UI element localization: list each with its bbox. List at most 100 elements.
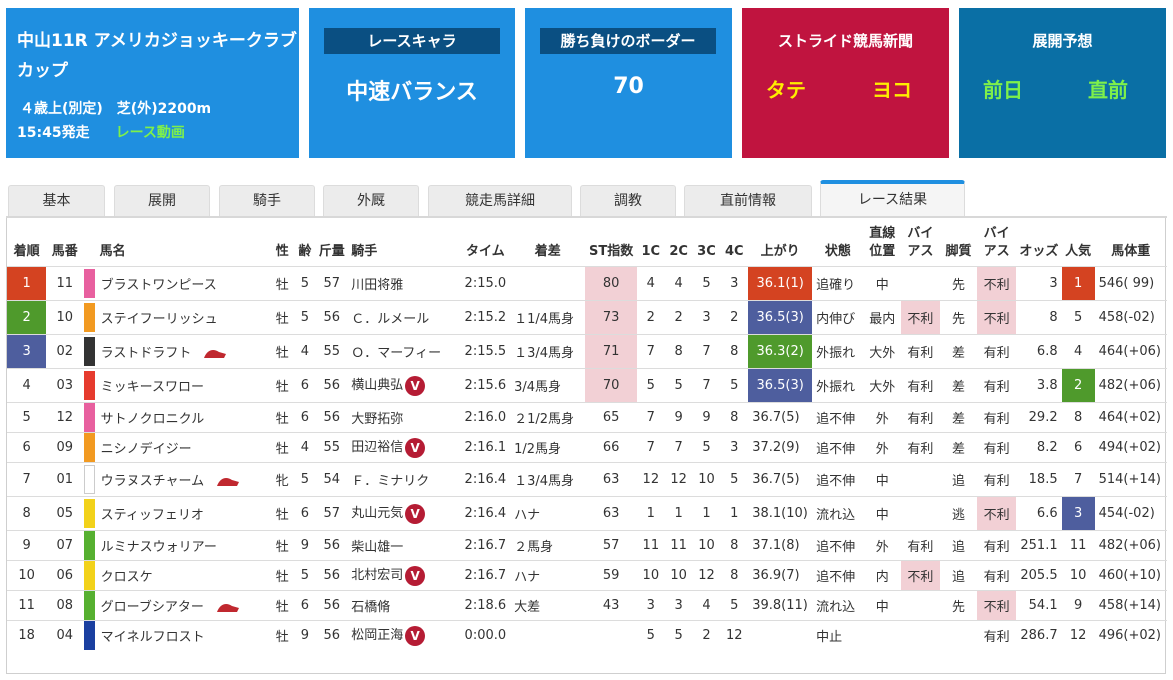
cell-c4: 3 [720, 431, 749, 462]
cell-state: 外振れ [812, 367, 864, 402]
cell-body: 546( 99) [1094, 265, 1167, 300]
cell-rank: 8 [7, 495, 47, 530]
cell-weight: 56 [316, 589, 348, 620]
jockey-link[interactable]: 川田将雅 [351, 278, 403, 293]
col-state: 状態 [824, 243, 851, 259]
cell-c1: 5 [636, 619, 665, 650]
cell-bias2: 有利 [977, 431, 1017, 462]
cell-sex: 牡 [270, 367, 294, 402]
tenkai-just-before-link[interactable]: 直前 [1088, 74, 1128, 103]
cell-pop: 8 [1061, 401, 1095, 432]
cell-sex: 牡 [270, 401, 294, 432]
cell-agari [748, 619, 813, 650]
waku-color [83, 559, 97, 590]
jockey-link[interactable]: 北村宏司 [351, 568, 403, 583]
cell-margin: 大差 [510, 589, 586, 620]
cell-style: 先 [939, 265, 978, 300]
col-odds: オッズ [1019, 243, 1059, 259]
jockey-name: 横山典弘 V [347, 367, 461, 402]
stride-card: ストライド競馬新聞 タテ ヨコ [742, 8, 949, 158]
jockey-link[interactable]: 石橋脩 [351, 600, 390, 615]
cell-age: 9 [293, 619, 317, 650]
cell-st: 63 [585, 495, 637, 530]
horse-name-link[interactable]: クロスケ [101, 570, 153, 585]
cell-bias: 有利 [900, 333, 940, 368]
cell-age: 6 [293, 495, 317, 530]
horse-name-link[interactable]: ラストドラフト [101, 346, 192, 361]
table-row: 18 04 マイネルフロスト牡 9 56 松岡正海 V 0:00.0 5 5 2 12 中止 有利 286.… [7, 619, 1167, 650]
cell-style: 差 [939, 401, 978, 432]
tenkai-day-before-link[interactable]: 前日 [983, 74, 1023, 103]
cell-sex: 牡 [270, 431, 294, 462]
col-4c: 4C [725, 243, 744, 259]
cell-weight: 56 [316, 367, 348, 402]
horse-name-link[interactable]: グローブシアター [101, 600, 204, 615]
cell-pos: 外 [863, 529, 901, 560]
col-bias-b: バイ アス [983, 225, 1010, 259]
jockey-link[interactable]: Ｏ．マーフィー [351, 346, 441, 361]
cell-style: 先 [939, 589, 978, 620]
cell-c1: 7 [636, 431, 665, 462]
jockey-name: 柴山雄一 [347, 529, 461, 560]
cell-c3: 10 [692, 529, 721, 560]
cell-c3: 4 [692, 589, 721, 620]
horse-name: ニシノデイジー [96, 431, 271, 462]
cell-margin: ハナ [510, 559, 586, 590]
cell-rank: 7 [7, 461, 47, 496]
jockey-link[interactable]: Ｆ．ミナリク [351, 474, 429, 489]
cell-num: 02 [46, 333, 84, 368]
cell-c3: 1 [692, 495, 721, 530]
jockey-cap-icon [204, 350, 227, 358]
tab-latest-info[interactable]: 直前情報 [684, 185, 812, 216]
cell-c2: 8 [664, 333, 693, 368]
cell-body: 454(-02) [1094, 495, 1167, 530]
cell-c2: 7 [664, 431, 693, 462]
cell-body: 496(+02) [1094, 619, 1167, 650]
horse-name: クロスケ [96, 559, 271, 590]
stride-yoko-link[interactable]: ヨコ [872, 74, 912, 103]
table-row: 6 09 ニシノデイジー牡 4 55 田辺裕信 V 2:16.1 1/2馬身 66 7 7 5 3 37.2… [7, 431, 1167, 462]
horse-name-link[interactable]: ルミナスウォリアー [101, 540, 217, 555]
horse-name-link[interactable]: ブラストワンピース [101, 278, 217, 293]
border-card: 勝ち負けのボーダー 70 [525, 8, 732, 158]
cell-age: 9 [293, 529, 317, 560]
horse-name-link[interactable]: ウラヌスチャーム [101, 474, 204, 489]
cell-c3: 7 [692, 333, 721, 368]
tab-gaikyu[interactable]: 外厩 [323, 185, 419, 216]
jockey-link[interactable]: 大野拓弥 [351, 412, 403, 427]
tab-tenkai[interactable]: 展開 [114, 185, 210, 216]
col-agari: 上がり [760, 243, 800, 259]
jockey-link[interactable]: 丸山元気 [351, 506, 403, 521]
border-value: 70 [613, 74, 644, 99]
cell-age: 6 [293, 367, 317, 402]
horse-name-link[interactable]: ステイフーリッシュ [101, 312, 218, 327]
cell-odds: 251.1 [1016, 529, 1062, 560]
cell-rank: 6 [7, 431, 47, 462]
cell-margin [510, 265, 586, 300]
stride-tate-link[interactable]: タテ [766, 74, 806, 103]
horse-name-link[interactable]: ミッキースワロー [101, 380, 204, 395]
cell-margin: １3/4馬身 [510, 333, 586, 368]
cell-body: 482(+06) [1094, 529, 1167, 560]
horse-name-link[interactable]: スティッフェリオ [101, 508, 204, 523]
cell-time: 2:15.0 [460, 265, 511, 300]
tab-race-result[interactable]: レース結果 [820, 180, 965, 216]
jockey-link[interactable]: 横山典弘 [351, 378, 403, 393]
race-video-link[interactable]: レース動画 [116, 125, 185, 141]
cell-state: 追確り [812, 265, 864, 300]
tab-jockey[interactable]: 騎手 [219, 185, 315, 216]
horse-name-link[interactable]: マイネルフロスト [101, 630, 205, 645]
jockey-link[interactable]: Ｃ．ルメール [351, 312, 429, 327]
cell-odds: 54.1 [1016, 589, 1062, 620]
jockey-link[interactable]: 田辺裕信 [351, 440, 403, 455]
cell-c1: 10 [636, 559, 665, 590]
tab-training[interactable]: 調教 [580, 185, 676, 216]
jockey-link[interactable]: 柴山雄一 [351, 540, 403, 555]
horse-name-link[interactable]: サトノクロニクル [101, 412, 205, 427]
tab-basic[interactable]: 基本 [8, 185, 105, 216]
horse-name-link[interactable]: ニシノデイジー [101, 442, 192, 457]
jockey-link[interactable]: 松岡正海 [351, 628, 403, 643]
cell-c2: 5 [664, 367, 693, 402]
col-age: 齢 [298, 243, 312, 259]
tab-horse-detail[interactable]: 競走馬詳細 [428, 185, 572, 216]
